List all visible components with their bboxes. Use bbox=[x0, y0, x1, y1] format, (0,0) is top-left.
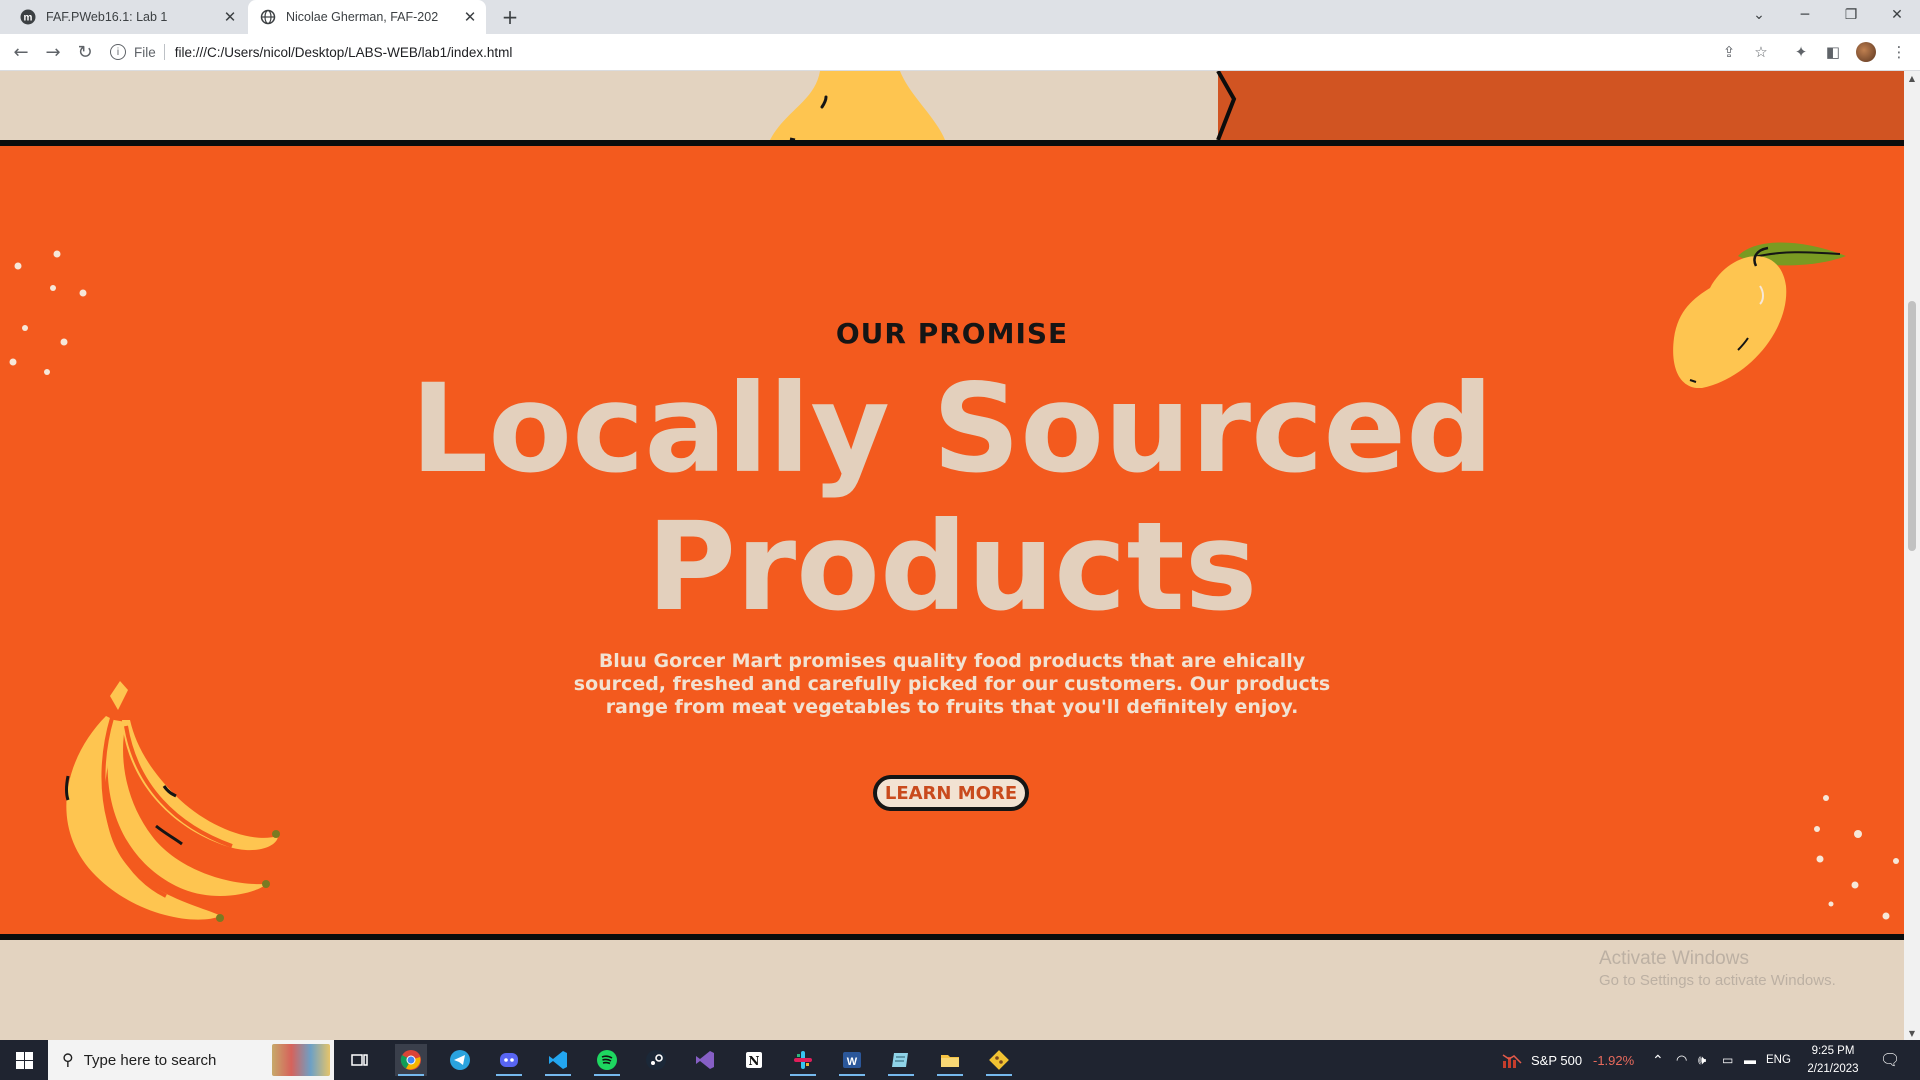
section-eyebrow: OUR PROMISE bbox=[835, 317, 1069, 350]
network-icon[interactable]: ◠ bbox=[1676, 1040, 1687, 1080]
headline-line-1: Locally Sourced bbox=[410, 358, 1494, 500]
page-scrollbar[interactable]: ▲ ▼ bbox=[1904, 71, 1920, 1040]
minimize-button[interactable]: ─ bbox=[1782, 0, 1828, 30]
browser-toolbar: ← → ↻ i File file:///C:/Users/nicol/Desk… bbox=[0, 34, 1920, 71]
meet-now-icon[interactable]: ▭ bbox=[1722, 1040, 1733, 1080]
stock-ticker-change[interactable]: -1.92% bbox=[1593, 1040, 1634, 1080]
bookmark-star-icon[interactable]: ☆ bbox=[1752, 43, 1770, 61]
clock-date: 2/21/2023 bbox=[1807, 1063, 1859, 1075]
slack-icon[interactable] bbox=[787, 1044, 819, 1076]
decorative-dots-right bbox=[1814, 795, 1899, 920]
scroll-up-arrow-icon[interactable]: ▲ bbox=[1904, 71, 1920, 85]
tab-title: Nicolae Gherman, FAF-202 bbox=[286, 10, 439, 24]
task-view-icon[interactable] bbox=[344, 1044, 376, 1076]
page-viewport: OUR PROMISE Locally Sourced Products Blu… bbox=[0, 71, 1904, 1040]
language-indicator[interactable]: ENG bbox=[1766, 1040, 1791, 1080]
notion-icon[interactable]: N bbox=[738, 1044, 770, 1076]
close-window-button[interactable]: ✕ bbox=[1874, 0, 1920, 30]
extensions-icon[interactable]: ✦ bbox=[1792, 43, 1810, 61]
back-button[interactable]: ← bbox=[9, 40, 33, 64]
profile-avatar[interactable] bbox=[1856, 42, 1876, 62]
start-button[interactable] bbox=[0, 1040, 48, 1080]
windows-logo-icon bbox=[15, 1051, 33, 1069]
clock-time: 9:25 PM bbox=[1811, 1045, 1855, 1057]
divider bbox=[163, 44, 165, 60]
forward-button[interactable]: → bbox=[41, 40, 65, 64]
search-icon: ⚲ bbox=[62, 1052, 74, 1069]
svg-text:N: N bbox=[749, 1054, 760, 1068]
section-description: Bluu Gorcer Mart promises quality food p… bbox=[573, 650, 1331, 718]
steam-icon[interactable] bbox=[640, 1044, 672, 1076]
pear-illustration bbox=[770, 71, 945, 140]
globe-icon bbox=[260, 9, 276, 25]
share-icon[interactable]: ⇪ bbox=[1720, 43, 1738, 61]
search-highlight-image bbox=[272, 1044, 330, 1076]
tray-chevron-up-icon[interactable]: ⌃ bbox=[1652, 1040, 1664, 1080]
windows-taskbar: ⚲ Type here to search N W S&P 500 -1.92%… bbox=[0, 1040, 1920, 1080]
tab-portfolio[interactable]: Nicolae Gherman, FAF-202 ✕ bbox=[248, 0, 486, 34]
discord-icon[interactable] bbox=[493, 1044, 525, 1076]
moodle-m-icon: m bbox=[20, 9, 36, 25]
activate-windows-title: Activate Windows bbox=[1599, 948, 1749, 969]
scheme-label: File bbox=[134, 44, 156, 60]
visual-studio-icon[interactable] bbox=[689, 1044, 721, 1076]
chrome-icon[interactable] bbox=[395, 1044, 427, 1076]
tab-title: FAF.PWeb16.1: Lab 1 bbox=[46, 10, 168, 24]
menu-kebab-icon[interactable]: ⋮ bbox=[1890, 43, 1908, 61]
tab-search-chevron-icon[interactable]: ⌄ bbox=[1736, 0, 1782, 30]
git-icon[interactable] bbox=[983, 1044, 1015, 1076]
url-text: file:///C:/Users/nicol/Desktop/LABS-WEB/… bbox=[174, 44, 513, 60]
site-info-icon[interactable]: i bbox=[110, 44, 126, 60]
address-bar[interactable]: i File file:///C:/Users/nicol/Desktop/LA… bbox=[110, 38, 1750, 66]
svg-text:m: m bbox=[24, 13, 33, 24]
previous-section-strip bbox=[0, 71, 1904, 140]
learn-more-button[interactable]: LEARN MORE bbox=[873, 775, 1029, 811]
headline-line-2: Products bbox=[646, 496, 1258, 638]
telegram-icon[interactable] bbox=[444, 1044, 476, 1076]
scroll-thumb[interactable] bbox=[1908, 301, 1916, 551]
side-panel-icon[interactable]: ◧ bbox=[1824, 43, 1842, 61]
battery-icon[interactable]: ▬ bbox=[1744, 1040, 1756, 1080]
banana-illustration bbox=[65, 681, 280, 922]
zigzag-edge bbox=[1216, 71, 1242, 140]
scroll-down-arrow-icon[interactable]: ▼ bbox=[1904, 1026, 1920, 1040]
notepad-icon[interactable] bbox=[885, 1044, 917, 1076]
section-headline: Locally Sourced Products bbox=[0, 360, 1904, 636]
volume-icon[interactable]: 🕪 bbox=[1698, 1040, 1706, 1080]
activate-windows-subtitle: Go to Settings to activate Windows. bbox=[1599, 972, 1836, 989]
search-placeholder: Type here to search bbox=[83, 1051, 217, 1069]
promise-section: OUR PROMISE Locally Sourced Products Blu… bbox=[0, 140, 1904, 940]
tab-strip: m FAF.PWeb16.1: Lab 1 ✕ Nicolae Gherman,… bbox=[0, 0, 1920, 34]
svg-text:W: W bbox=[847, 1056, 858, 1068]
close-tab-icon[interactable]: ✕ bbox=[460, 7, 480, 27]
file-explorer-icon[interactable] bbox=[934, 1044, 966, 1076]
reload-button[interactable]: ↻ bbox=[73, 40, 97, 64]
notification-center-icon[interactable]: 🗨 bbox=[1880, 1040, 1900, 1080]
new-tab-button[interactable]: + bbox=[498, 5, 522, 29]
word-icon[interactable]: W bbox=[836, 1044, 868, 1076]
orange-panel bbox=[1218, 71, 1904, 140]
stock-chart-icon[interactable] bbox=[1496, 1044, 1528, 1076]
spotify-icon[interactable] bbox=[591, 1044, 623, 1076]
taskbar-clock[interactable]: 9:25 PM 2/21/2023 bbox=[1800, 1042, 1866, 1078]
close-tab-icon[interactable]: ✕ bbox=[220, 7, 240, 27]
vscode-icon[interactable] bbox=[542, 1044, 574, 1076]
restore-button[interactable]: ❐ bbox=[1828, 0, 1874, 30]
stock-ticker-name[interactable]: S&P 500 bbox=[1531, 1040, 1582, 1080]
tab-lab1[interactable]: m FAF.PWeb16.1: Lab 1 ✕ bbox=[8, 0, 246, 34]
taskbar-search-box[interactable]: ⚲ Type here to search bbox=[48, 1040, 334, 1080]
